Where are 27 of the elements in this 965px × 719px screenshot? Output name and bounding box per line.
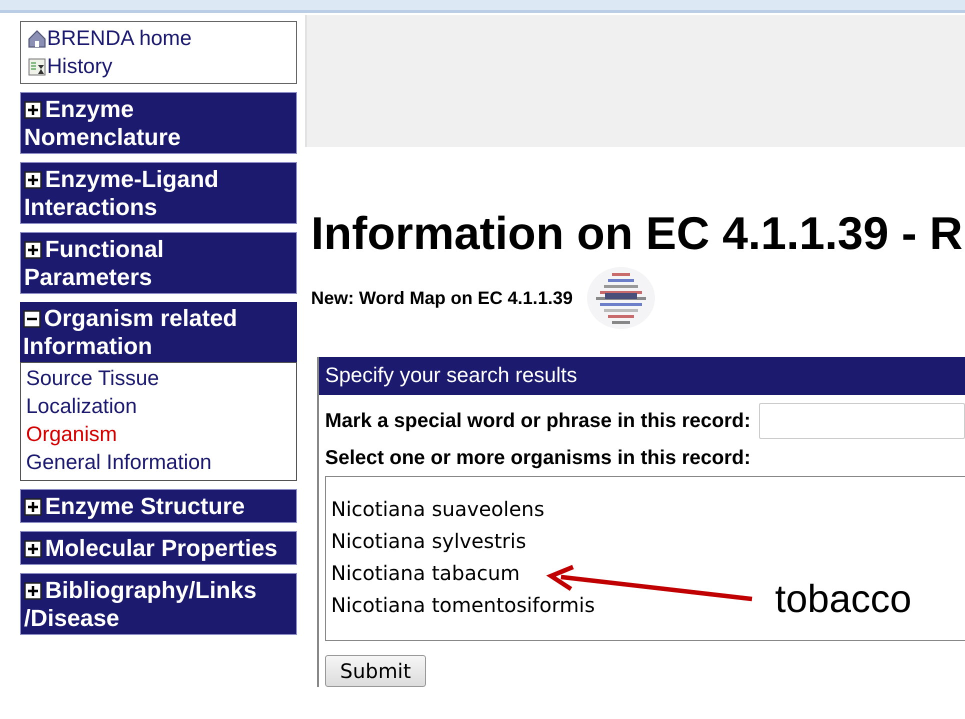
submit-button[interactable]: Submit [325, 655, 426, 687]
callout-label: tobacco [775, 577, 912, 623]
history-link[interactable]: History [27, 53, 290, 81]
sidebar-section-header[interactable]: Molecular Properties [21, 532, 296, 564]
panel-title: Specify your search results [319, 357, 965, 395]
word-map-link[interactable]: New: Word Map on EC 4.1.1.39 [311, 288, 573, 308]
sidebar-link[interactable]: Organism [26, 421, 291, 449]
house-icon [27, 29, 47, 49]
sidebar-link[interactable]: General Information [26, 449, 291, 477]
sidebar-section-header[interactable]: Functional Parameters [21, 233, 296, 293]
field-label: Mark a special word or phrase in this record: [325, 410, 751, 432]
list-option[interactable]: Nicotiana suaveolens [331, 493, 544, 525]
home-link[interactable]: BRENDA home [27, 25, 290, 53]
input-field[interactable] [758, 403, 965, 439]
page-title: Information on EC 4.1.1.39 - R [311, 209, 964, 257]
sidebar-section-header[interactable]: Enzyme Structure [21, 490, 296, 522]
sidebar-section-header[interactable]: Organism related Information [20, 302, 297, 362]
sidebar-section-header[interactable]: Enzyme-Ligand Interactions [21, 163, 296, 223]
sidebar-link[interactable]: Localization [26, 393, 291, 421]
document-icon [27, 57, 47, 77]
list-option[interactable]: Nicotiana tabacum [331, 557, 520, 589]
list-option[interactable]: Nicotiana tomentosiformis [331, 589, 595, 621]
sidebar-section-header[interactable]: Bibliography/Links /Disease [21, 574, 296, 634]
field-label: Select one or more organisms in this record: [325, 447, 751, 470]
list-option[interactable]: Nicotiana sylvestris [331, 525, 526, 557]
sidebar-section-header[interactable]: Enzyme Nomenclature [21, 93, 296, 153]
sidebar-link[interactable]: Source Tissue [26, 365, 291, 393]
